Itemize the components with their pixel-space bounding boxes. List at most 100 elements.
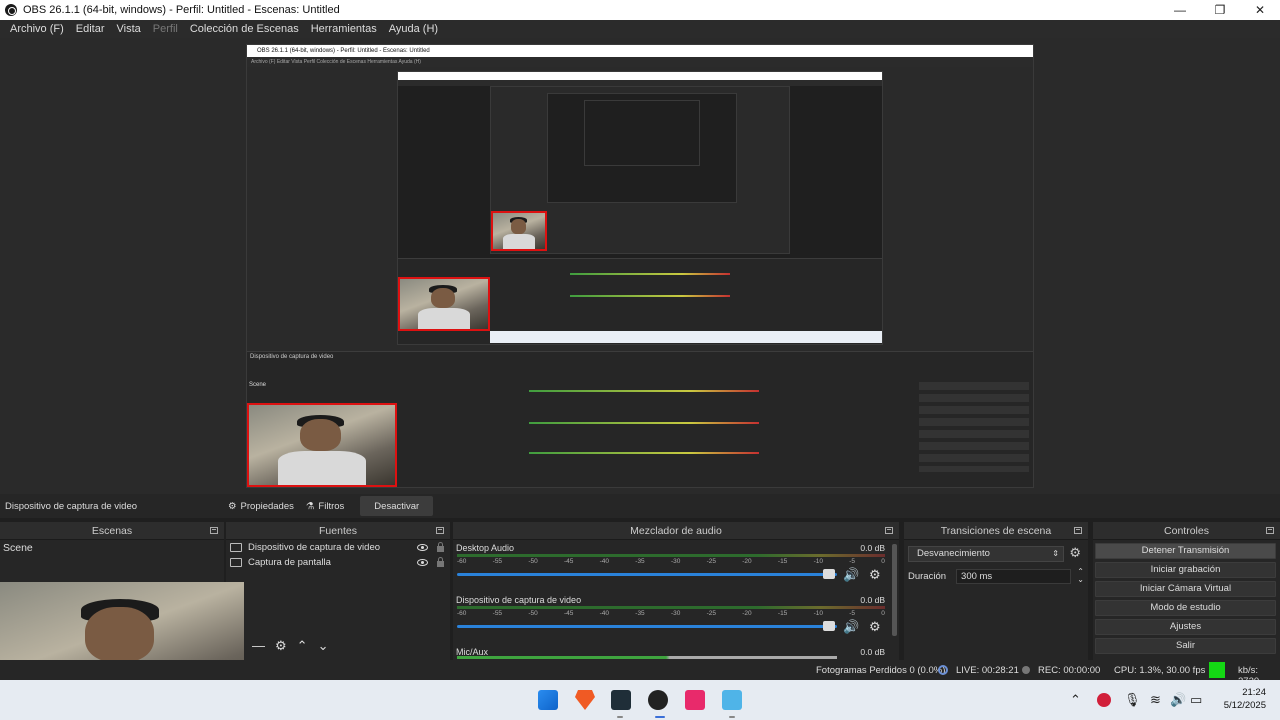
duration-stepper-icon[interactable]: ⌃ ⌄ — [1077, 568, 1084, 584]
speaker-icon[interactable]: 🔊 — [843, 567, 859, 583]
channel-db: 0.0 dB — [860, 647, 885, 657]
nested-docks-2 — [398, 258, 882, 344]
live-indicator-icon — [938, 665, 948, 675]
stop-streaming-button[interactable]: Detener Transmisión — [1095, 543, 1276, 559]
volume-slider[interactable] — [457, 625, 837, 628]
gear-icon[interactable]: ⚙ — [1069, 546, 1081, 560]
nested-capture-level-3 — [490, 86, 790, 254]
menu-bar: Archivo (F) Editar Vista Perfil Colecció… — [0, 20, 1280, 38]
visibility-eye-icon[interactable] — [417, 544, 428, 551]
move-down-icon[interactable]: ⌄ — [318, 638, 329, 654]
transition-selected: Desvanecimiento — [917, 548, 990, 559]
tray-app-icon[interactable] — [1097, 693, 1111, 707]
mixer-scrollbar[interactable] — [892, 544, 897, 636]
start-virtual-camera-button[interactable]: Iniciar Cámara Virtual — [1095, 581, 1276, 597]
studio-mode-button[interactable]: Modo de estudio — [1095, 600, 1276, 616]
nested-meter-3 — [529, 452, 759, 454]
nested-taskbar-2 — [490, 331, 882, 343]
move-up-icon[interactable]: ⌃ — [297, 638, 308, 654]
running-indicator — [729, 716, 735, 718]
brave-browser-icon[interactable] — [575, 690, 595, 710]
nested-meter-2 — [529, 422, 759, 424]
select-arrows-icon: ⇕ — [1052, 549, 1059, 558]
window-title: OBS 26.1.1 (64-bit, windows) - Perfil: U… — [23, 4, 340, 16]
menu-archivo[interactable]: Archivo (F) — [4, 23, 70, 35]
system-clock[interactable]: 21:24 5/12/2025 — [1224, 686, 1266, 712]
undock-icon[interactable] — [885, 527, 893, 534]
title-bar: OBS 26.1.1 (64-bit, windows) - Perfil: U… — [0, 0, 1280, 20]
filters-button[interactable]: ⚗ Filtros — [300, 496, 350, 516]
capcut-icon[interactable] — [611, 690, 631, 710]
notepad-icon[interactable] — [722, 690, 742, 710]
duration-field[interactable]: 300 ms — [956, 568, 1072, 584]
gear-icon[interactable]: ⚙ — [869, 619, 881, 635]
nested-title: OBS 26.1.1 (64-bit, windows) - Perfil: U… — [247, 45, 1033, 57]
undock-icon[interactable] — [1266, 527, 1274, 534]
source-item[interactable]: Dispositivo de captura de video — [226, 540, 450, 555]
scene-item[interactable]: Scene — [0, 540, 224, 556]
duration-label: Duración — [908, 570, 947, 582]
settings-button[interactable]: Ajustes — [1095, 619, 1276, 635]
meter-ticks: -60 -55 -50 -45 -40 -35 -30 -25 -20 -15 -10 -5 0 — [457, 610, 885, 617]
source-label: Captura de pantalla — [248, 557, 331, 568]
undock-icon[interactable] — [1074, 527, 1082, 534]
menu-herramientas[interactable]: Herramientas — [305, 23, 383, 35]
wifi-icon[interactable]: ≋ — [1150, 692, 1161, 708]
tiktok-icon[interactable] — [685, 690, 705, 710]
windows-start-icon[interactable] — [538, 690, 558, 710]
status-bar: Fotogramas Perdidos 0 (0.0%) LIVE: 00:28… — [0, 660, 1280, 687]
camera-icon — [230, 543, 242, 552]
dropped-frames: Fotogramas Perdidos 0 (0.0%) — [816, 665, 946, 676]
start-recording-button[interactable]: Iniciar grabación — [1095, 562, 1276, 578]
remove-source-icon[interactable]: — — [252, 638, 265, 654]
menu-coleccion-escenas[interactable]: Colección de Escenas — [184, 23, 305, 35]
filters-label: Filtros — [318, 500, 345, 512]
undock-icon[interactable] — [436, 527, 444, 534]
volume-meter — [457, 656, 837, 659]
controls-title: Controles — [1164, 524, 1209, 537]
meter-ticks: -60 -55 -50 -45 -40 -35 -30 -25 -20 -15 -10 -5 0 — [457, 558, 885, 565]
menu-editar[interactable]: Editar — [70, 23, 111, 35]
properties-button[interactable]: ⚙ Propiedades — [222, 496, 300, 516]
nested-webcam-2 — [398, 277, 490, 331]
channel-name: Desktop Audio — [456, 543, 515, 553]
source-item[interactable]: Captura de pantalla — [226, 555, 450, 570]
menu-vista[interactable]: Vista — [111, 23, 147, 35]
minimize-button[interactable]: — — [1160, 0, 1200, 20]
transition-select[interactable]: Desvanecimiento ⇕ ⚙ — [908, 546, 1081, 562]
cpu-fps: CPU: 1.3%, 30.00 fps — [1114, 665, 1206, 676]
volume-slider-handle[interactable] — [823, 569, 835, 579]
rec-indicator-icon — [1022, 666, 1030, 674]
source-properties-gear-icon[interactable]: ⚙ — [275, 638, 287, 654]
rec-time: REC: 00:00:00 — [1038, 665, 1101, 676]
menu-perfil[interactable]: Perfil — [147, 23, 184, 35]
windows-taskbar: ⌃ 🎙 ≋ 🔊 ▭ 21:24 5/12/2025 — [0, 680, 1280, 720]
volume-icon[interactable]: 🔊 — [1170, 692, 1186, 708]
nested-webcam-1 — [247, 403, 397, 487]
obs-taskbar-icon[interactable] — [648, 690, 668, 710]
maximize-button[interactable]: ❐ — [1200, 0, 1240, 20]
lock-icon[interactable] — [437, 557, 444, 567]
obs-window: OBS 26.1.1 (64-bit, windows) - Perfil: U… — [0, 0, 1280, 720]
mixer-header: Mezclador de audio — [453, 522, 899, 540]
volume-slider[interactable] — [457, 573, 837, 576]
microphone-icon[interactable]: 🎙 — [1124, 692, 1141, 708]
stream-health-indicator — [1209, 662, 1225, 678]
volume-slider-handle[interactable] — [823, 621, 835, 631]
deactivate-button[interactable]: Desactivar — [360, 496, 434, 516]
gear-icon[interactable]: ⚙ — [869, 567, 881, 583]
menu-ayuda[interactable]: Ayuda (H) — [383, 23, 444, 35]
sources-title: Fuentes — [319, 524, 357, 537]
exit-button[interactable]: Salir — [1095, 638, 1276, 654]
undock-icon[interactable] — [210, 527, 218, 534]
chevron-up-icon[interactable]: ⌃ — [1070, 692, 1081, 708]
close-button[interactable]: ✕ — [1240, 0, 1280, 20]
visibility-eye-icon[interactable] — [417, 559, 428, 566]
transitions-title: Transiciones de escena — [940, 524, 1052, 537]
lock-icon[interactable] — [437, 542, 444, 552]
speaker-icon[interactable]: 🔊 — [843, 619, 859, 635]
clock-time: 21:24 — [1242, 687, 1266, 698]
battery-icon[interactable]: ▭ — [1190, 692, 1202, 708]
channel-name: Dispositivo de captura de video — [456, 595, 582, 605]
preview-canvas[interactable]: OBS 26.1.1 (64-bit, windows) - Perfil: U… — [0, 38, 1280, 494]
